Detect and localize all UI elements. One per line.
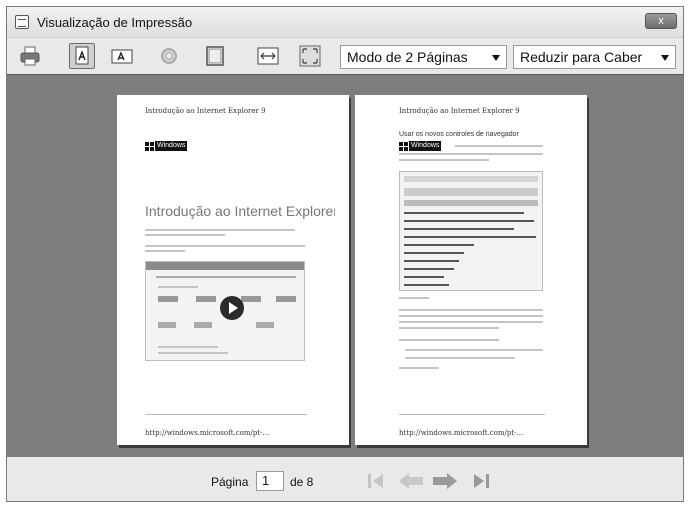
view-mode-dropdown[interactable]: Modo de 2 Páginas — [340, 45, 507, 69]
window-title: Visualização de Impressão — [37, 15, 193, 30]
chevron-down-icon — [492, 55, 500, 61]
page-number-input[interactable]: 1 — [256, 471, 284, 491]
first-page-button[interactable] — [364, 471, 388, 491]
page-setup-button[interactable] — [156, 43, 182, 69]
chevron-down-icon — [661, 55, 669, 61]
windows-flag-icon — [399, 141, 408, 151]
page-footer: http://windows.microsoft.com/pt-... — [399, 429, 524, 437]
full-page-icon — [299, 45, 321, 67]
arrow-right-icon — [433, 473, 457, 489]
print-button[interactable] — [17, 43, 43, 69]
zoom-value: Reduzir para Caber — [520, 49, 643, 65]
windows-logo: Windows — [145, 141, 188, 151]
preview-area: Introdução ao Internet Explorer 9 Window… — [7, 74, 683, 458]
last-page-button[interactable] — [469, 471, 493, 491]
full-width-button[interactable] — [255, 43, 281, 69]
previous-page-button[interactable] — [397, 471, 425, 491]
browser-screenshot-bar — [146, 262, 304, 270]
portrait-icon — [75, 46, 89, 65]
arrow-left-icon — [399, 473, 423, 489]
preview-page-1[interactable]: Introdução ao Internet Explorer 9 Window… — [117, 95, 349, 445]
gear-icon — [161, 48, 177, 64]
text-line — [145, 245, 305, 247]
page-footer: http://windows.microsoft.com/pt-... — [145, 429, 270, 437]
windows-flag-icon — [145, 141, 154, 151]
view-mode-value: Modo de 2 Páginas — [347, 49, 468, 65]
full-page-button[interactable] — [297, 43, 323, 69]
toolbar: Modo de 2 Páginas Reduzir para Caber — [7, 38, 683, 74]
play-icon[interactable] — [220, 296, 244, 320]
page-header: Introdução ao Internet Explorer 9 — [145, 107, 266, 115]
logo-text: Windows — [409, 141, 442, 151]
full-width-icon — [257, 47, 279, 65]
logo-text: Windows — [155, 141, 188, 151]
text-line — [145, 234, 225, 236]
close-button[interactable]: x — [645, 13, 677, 29]
header-footer-button[interactable] — [202, 43, 228, 69]
browser-screenshot — [399, 171, 543, 291]
text-line — [145, 229, 295, 231]
header-footer-icon — [206, 46, 224, 66]
printer-icon — [20, 46, 40, 66]
next-page-button[interactable] — [431, 471, 459, 491]
last-page-icon — [474, 474, 489, 488]
windows-logo: Windows — [399, 141, 442, 151]
landscape-button[interactable] — [109, 43, 135, 69]
title-bar: Visualização de Impressão x — [7, 7, 683, 38]
page-heading: Introdução ao Internet Explorer 9 — [145, 203, 335, 219]
page-label: Página — [211, 475, 249, 489]
landscape-icon — [111, 49, 133, 64]
first-page-icon — [368, 474, 383, 488]
app-icon — [15, 15, 29, 29]
page-header: Introdução ao Internet Explorer 9 — [399, 107, 520, 115]
print-preview-window: Visualização de Impressão x Modo de 2 Pá… — [6, 6, 684, 502]
page-count-label: de 8 — [290, 475, 314, 489]
zoom-dropdown[interactable]: Reduzir para Caber — [513, 45, 676, 69]
pagination-bar: Página 1 de 8 — [7, 457, 683, 501]
footer-divider — [399, 414, 545, 415]
footer-divider — [145, 414, 307, 415]
page-subheading: Usar os novos controles de navegador — [399, 131, 519, 138]
browser-screenshot — [145, 261, 305, 361]
preview-page-2[interactable]: Introdução ao Internet Explorer 9 Usar o… — [355, 95, 587, 445]
text-line — [145, 250, 185, 252]
portrait-button[interactable] — [69, 43, 95, 69]
